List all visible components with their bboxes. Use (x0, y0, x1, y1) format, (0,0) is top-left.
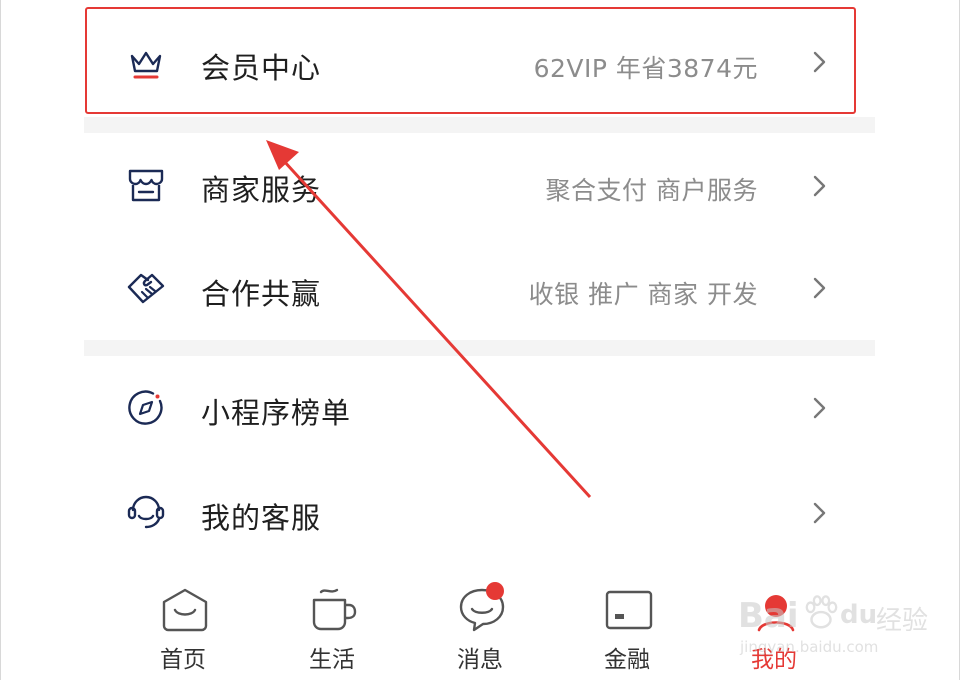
tab-home[interactable]: 首页 (123, 570, 243, 680)
card-icon (605, 590, 653, 630)
tab-messages[interactable]: 消息 (420, 570, 540, 680)
paw-logo-icon (805, 595, 838, 629)
tab-finance[interactable]: 金融 (567, 570, 687, 680)
compass-icon (128, 390, 163, 425)
watermark-url: jingyan.baidu.com (740, 638, 879, 656)
home-icon (162, 588, 208, 632)
watermark-brand: Bai (738, 596, 799, 636)
left-edge-line (0, 0, 1, 680)
handshake-icon (127, 273, 165, 304)
tab-label: 消息 (457, 647, 503, 673)
section-divider (84, 340, 875, 356)
store-icon (128, 169, 164, 202)
menu-item-cooperation[interactable]: 合作共赢 收银 推广 商家 开发 (84, 237, 874, 341)
watermark-product: 经验 (876, 606, 929, 636)
chevron-right-icon (813, 277, 826, 299)
menu-item-label: 小程序榜单 (201, 396, 352, 430)
tab-label: 首页 (160, 647, 206, 673)
tab-label: 生活 (309, 647, 355, 673)
menu-item-customer-service[interactable]: 我的客服 (84, 460, 874, 564)
headset-icon (127, 495, 165, 529)
menu-item-subtext: 收银 推广 商家 开发 (528, 280, 758, 309)
tab-label: 金融 (604, 647, 650, 673)
chevron-right-icon (813, 175, 826, 197)
menu-item-label: 我的客服 (201, 501, 322, 535)
menu-item-mini-program-ranking[interactable]: 小程序榜单 (84, 356, 874, 460)
unread-badge (486, 582, 504, 600)
tab-life[interactable]: 生活 (272, 570, 392, 680)
menu-item-label: 商家服务 (201, 173, 322, 207)
chevron-right-icon (813, 397, 826, 419)
menu-item-merchant-services[interactable]: 商家服务 聚合支付 商户服务 (84, 133, 874, 237)
menu-item-label: 合作共赢 (201, 277, 322, 311)
chevron-right-icon (813, 502, 826, 524)
baidu-jingyan-watermark: Bai du 经验 jingyan.baidu.com (738, 574, 938, 664)
watermark-brand-tail: du (840, 600, 878, 630)
annotation-highlight-box (85, 7, 856, 114)
section-divider (84, 117, 875, 133)
menu-item-subtext: 聚合支付 商户服务 (545, 176, 758, 205)
cup-icon (312, 588, 357, 631)
